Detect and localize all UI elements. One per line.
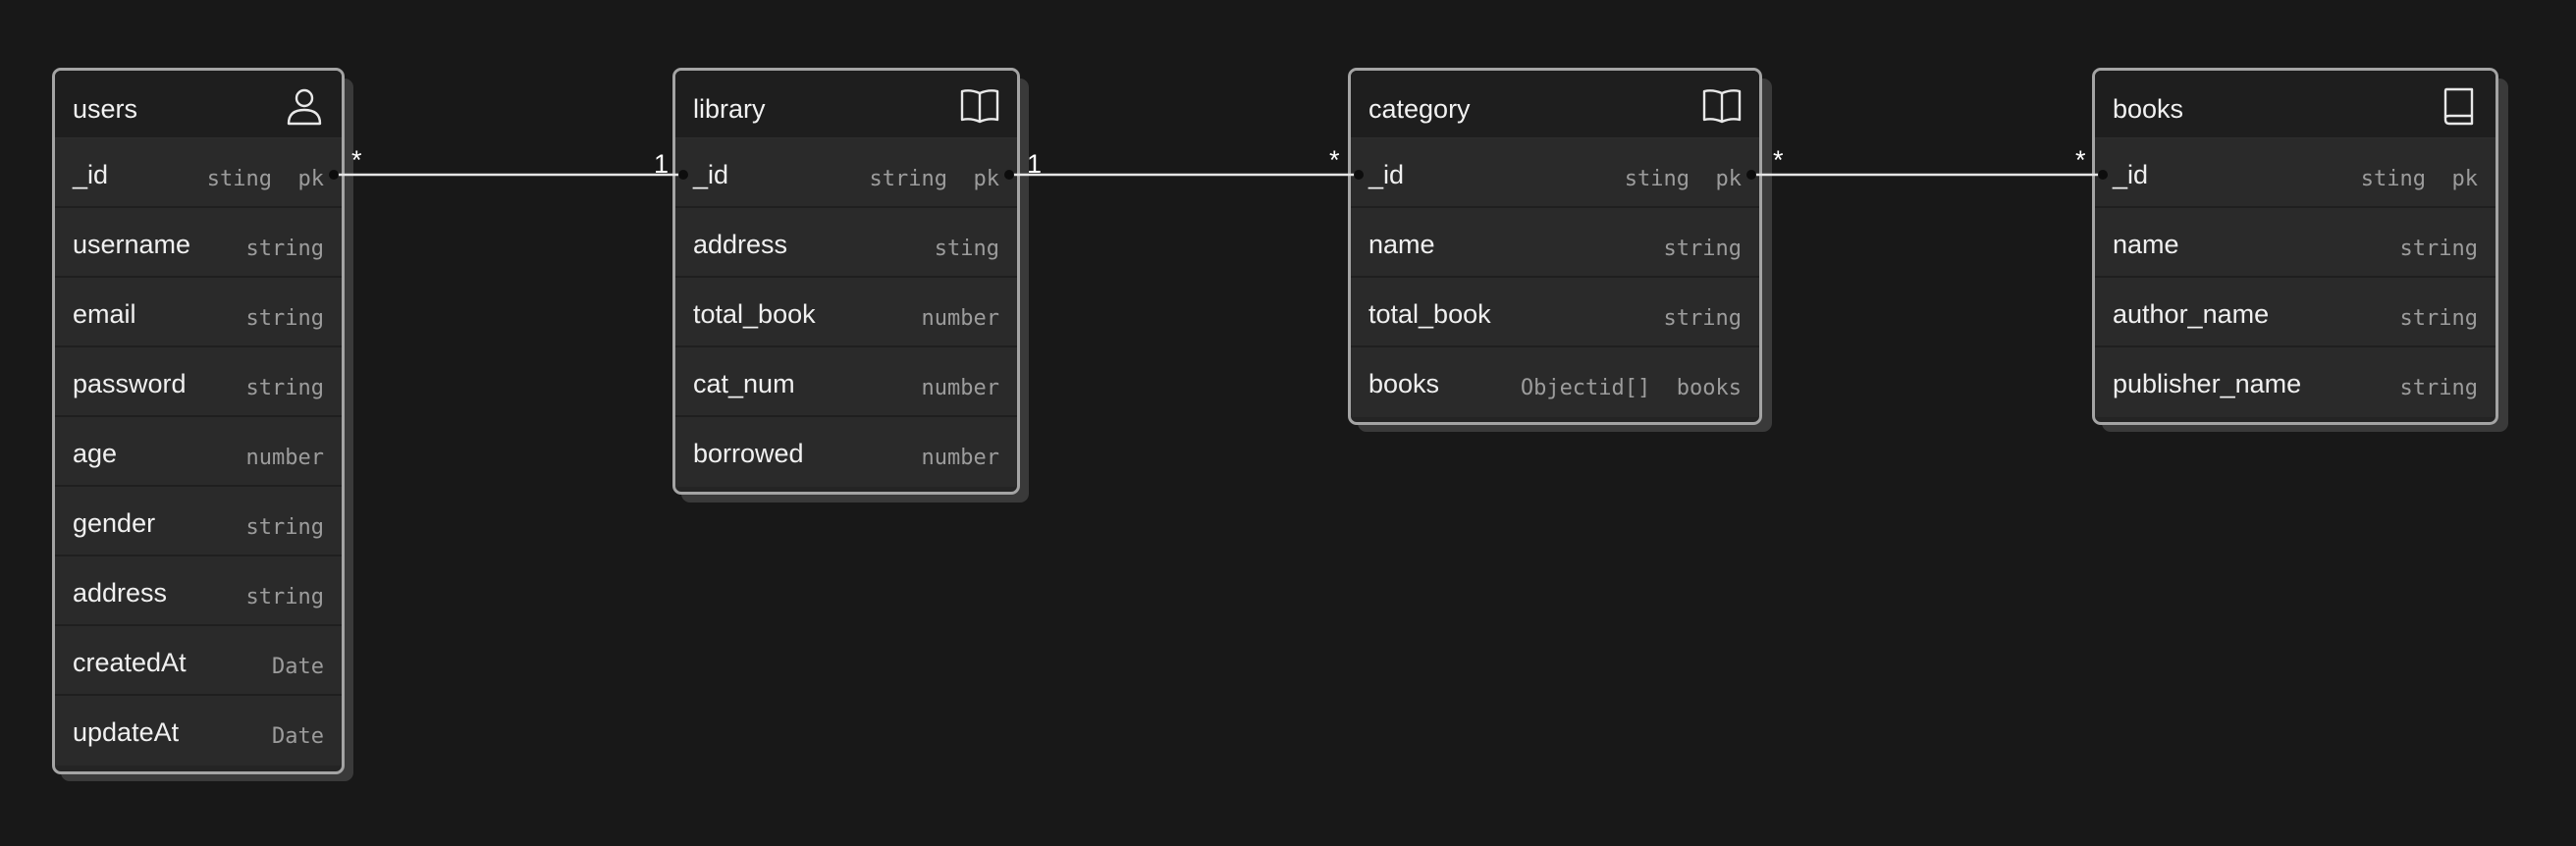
- field-row[interactable]: createdAt Date: [55, 626, 342, 696]
- field-type: Date: [272, 724, 324, 749]
- er-diagram-canvas: users _id sting pk username string email st…: [0, 0, 2576, 846]
- entity-library[interactable]: library _id string pk address sting total_…: [672, 68, 1020, 495]
- field-type: Objectid[] books: [1520, 376, 1742, 400]
- field-name: cat_num: [693, 369, 795, 398]
- field-row[interactable]: _id sting pk: [2095, 138, 2496, 208]
- entity-header[interactable]: books: [2095, 71, 2496, 138]
- field-name: borrowed: [693, 439, 804, 468]
- field-row[interactable]: total_book number: [675, 278, 1017, 347]
- field-name: author_name: [2113, 299, 2270, 329]
- field-type: string: [2399, 237, 2478, 261]
- entity-books[interactable]: books _id sting pk name string author_name…: [2092, 68, 2498, 425]
- field-row[interactable]: username string: [55, 208, 342, 278]
- entity-header[interactable]: category: [1351, 71, 1759, 138]
- field-type: sting: [934, 237, 999, 261]
- field-name: publisher_name: [2113, 369, 2302, 398]
- field-row[interactable]: publisher_name string: [2095, 347, 2496, 417]
- field-type: sting pk: [206, 167, 324, 191]
- entity-users[interactable]: users _id sting pk username string email st…: [52, 68, 345, 774]
- field-row[interactable]: borrowed number: [675, 417, 1017, 487]
- closed-book-icon: [2443, 87, 2474, 126]
- field-row[interactable]: address string: [55, 556, 342, 626]
- entity-title: library: [693, 94, 766, 124]
- field-row[interactable]: name string: [1351, 208, 1759, 278]
- field-name: books: [1368, 369, 1440, 398]
- field-row[interactable]: books Objectid[] books: [1351, 347, 1759, 417]
- field-row[interactable]: cat_num number: [675, 347, 1017, 417]
- field-row[interactable]: _id string pk: [675, 138, 1017, 208]
- field-type: number: [921, 306, 999, 331]
- field-name: _id: [2113, 160, 2149, 189]
- field-row[interactable]: address sting: [675, 208, 1017, 278]
- entity-title: users: [73, 94, 138, 124]
- field-row[interactable]: password string: [55, 347, 342, 417]
- open-book-icon: [960, 89, 999, 124]
- user-icon: [287, 88, 322, 126]
- field-row[interactable]: email string: [55, 278, 342, 347]
- field-name: password: [73, 369, 187, 398]
- field-row[interactable]: name string: [2095, 208, 2496, 278]
- entity-title: books: [2113, 94, 2184, 124]
- entity-header[interactable]: library: [675, 71, 1017, 138]
- field-row[interactable]: age number: [55, 417, 342, 487]
- field-type: number: [921, 446, 999, 470]
- field-name: updateAt: [73, 717, 180, 747]
- field-name: total_book: [1368, 299, 1491, 329]
- field-name: username: [73, 230, 191, 259]
- relation-category-books[interactable]: * *: [1746, 145, 2108, 180]
- field-name: name: [1368, 230, 1435, 259]
- field-type: number: [245, 446, 324, 470]
- relation-users-library[interactable]: * 1: [329, 145, 688, 180]
- field-name: gender: [73, 508, 156, 538]
- field-row[interactable]: total_book string: [1351, 278, 1759, 347]
- field-name: _id: [1368, 160, 1405, 189]
- field-name: _id: [73, 160, 109, 189]
- field-row[interactable]: _id sting pk: [55, 138, 342, 208]
- entity-category[interactable]: category _id sting pk name string total_bo…: [1348, 68, 1762, 425]
- field-type: string: [245, 306, 324, 331]
- field-type: number: [921, 376, 999, 400]
- field-name: address: [693, 230, 788, 259]
- relation-library-category[interactable]: 1 *: [1004, 145, 1364, 180]
- field-type: string: [2399, 306, 2478, 331]
- field-name: address: [73, 578, 168, 608]
- cardinality-label: *: [1329, 145, 1340, 175]
- field-row[interactable]: updateAt Date: [55, 696, 342, 766]
- cardinality-label: 1: [654, 149, 669, 179]
- field-name: name: [2113, 230, 2179, 259]
- field-name: email: [73, 299, 136, 329]
- field-type: string: [1663, 237, 1742, 261]
- field-name: age: [73, 439, 118, 468]
- field-row[interactable]: author_name string: [2095, 278, 2496, 347]
- entity-header[interactable]: users: [55, 71, 342, 138]
- entity-title: category: [1368, 94, 1471, 124]
- field-type: string pk: [869, 167, 999, 191]
- cardinality-label: *: [2075, 145, 2086, 175]
- field-name: total_book: [693, 299, 816, 329]
- field-type: Date: [272, 655, 324, 679]
- field-type: sting pk: [1624, 167, 1742, 191]
- open-book-icon: [1702, 89, 1742, 124]
- cardinality-label: *: [1773, 145, 1784, 175]
- field-name: _id: [693, 160, 729, 189]
- field-type: string: [245, 585, 324, 609]
- field-row[interactable]: _id sting pk: [1351, 138, 1759, 208]
- field-type: string: [245, 376, 324, 400]
- field-type: string: [245, 515, 324, 540]
- field-type: string: [2399, 376, 2478, 400]
- cardinality-label: 1: [1027, 149, 1042, 179]
- field-type: string: [1663, 306, 1742, 331]
- field-name: createdAt: [73, 648, 187, 677]
- field-type: sting pk: [2360, 167, 2478, 191]
- field-type: string: [245, 237, 324, 261]
- field-row[interactable]: gender string: [55, 487, 342, 556]
